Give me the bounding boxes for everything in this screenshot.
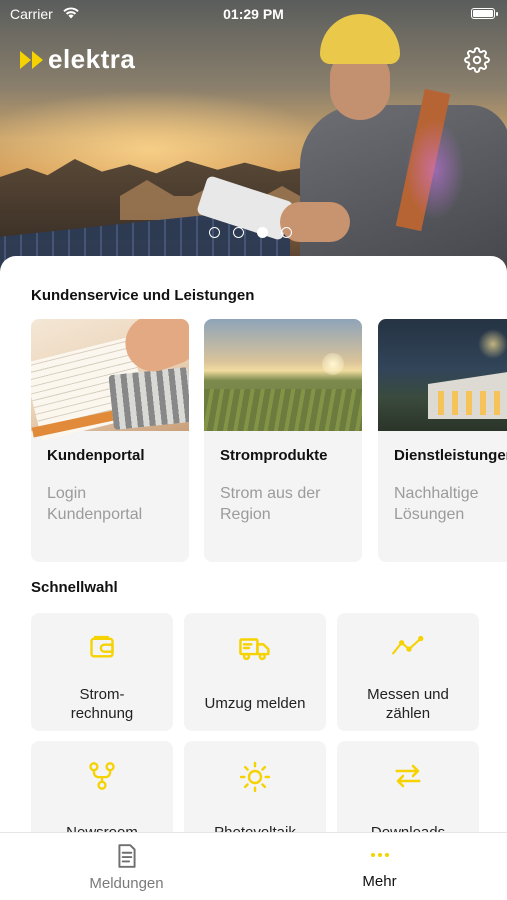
branch-icon [89, 762, 115, 790]
carousel-dot-3-active[interactable] [257, 227, 268, 238]
building-shape [428, 369, 507, 419]
swap-arrows-icon [395, 764, 421, 788]
card-image-building-night [378, 319, 507, 431]
tab-mehr[interactable]: Mehr [253, 843, 506, 899]
settings-button[interactable] [462, 45, 492, 75]
tab-bar: Meldungen Mehr [0, 832, 507, 900]
card-image-sunset-field [204, 319, 362, 431]
card-subtitle: Strom aus der Region [220, 485, 321, 523]
card-title: Dienstleistungen [394, 447, 507, 464]
quick-section-title: Schnellwahl [31, 579, 118, 596]
tile-label: Umzug melden [204, 695, 306, 712]
sun-shape [322, 353, 344, 375]
more-dots-icon [370, 843, 389, 867]
tab-label: Mehr [362, 873, 397, 890]
logo-text: elektra [48, 44, 136, 74]
tile-label: Messen und zählen [367, 686, 449, 722]
lens-flare [405, 120, 465, 220]
tile-downloads[interactable]: Downloads [337, 741, 479, 836]
card-kundenportal[interactable]: Kundenportal Login Kundenportal [31, 319, 189, 562]
status-time: 01:29 PM [223, 6, 284, 22]
carousel-page-indicator[interactable] [209, 227, 292, 238]
card-stromprodukte[interactable]: Stromprodukte Strom aus der Region [204, 319, 362, 562]
card-title: Stromprodukte [220, 447, 328, 464]
status-bar: Carrier 01:29 PM [0, 0, 507, 28]
light-shape [478, 329, 507, 359]
tile-photovoltaik[interactable]: Photovoltaik [184, 741, 326, 836]
document-icon [117, 844, 136, 868]
tile-umzug-melden[interactable]: Umzug melden [184, 613, 326, 731]
battery-icon [471, 8, 498, 19]
tile-newsroom[interactable]: Newsroom [31, 741, 173, 836]
card-title: Kundenportal [47, 447, 145, 464]
truck-icon [239, 638, 270, 661]
gear-icon [464, 47, 490, 73]
carousel-dot-4[interactable] [281, 227, 292, 238]
card-image-calculator [31, 319, 189, 442]
elektra-logo: elektra [20, 44, 135, 75]
card-dienstleistungen[interactable]: Dienstleistungen Nachhaltige Lösungen [378, 319, 507, 562]
carousel-dot-1[interactable] [209, 227, 220, 238]
card-subtitle: Login Kundenportal [47, 485, 143, 523]
tile-messen-zaehlen[interactable]: Messen und zählen [337, 613, 479, 731]
tab-meldungen[interactable]: Meldungen [0, 843, 253, 899]
services-carousel[interactable]: Kundenportal Login Kundenportal Strompro… [31, 319, 507, 564]
tab-label: Meldungen [89, 875, 164, 892]
tile-label: Strom- rechnung [70, 686, 134, 722]
wallet-icon [90, 635, 114, 658]
card-subtitle: Nachhaltige Lösungen [394, 485, 479, 523]
carousel-dot-2[interactable] [233, 227, 244, 238]
tile-stromrechnung[interactable]: Strom- rechnung [31, 613, 173, 731]
logo-arrows-icon [20, 50, 44, 69]
calculator-shape [108, 366, 189, 431]
chart-line-icon [392, 635, 424, 655]
sun-icon [239, 761, 271, 793]
content-sheet: Kundenservice und Leistungen Kundenporta… [0, 256, 507, 836]
field-shape [204, 389, 362, 431]
services-section-title: Kundenservice und Leistungen [31, 287, 255, 304]
